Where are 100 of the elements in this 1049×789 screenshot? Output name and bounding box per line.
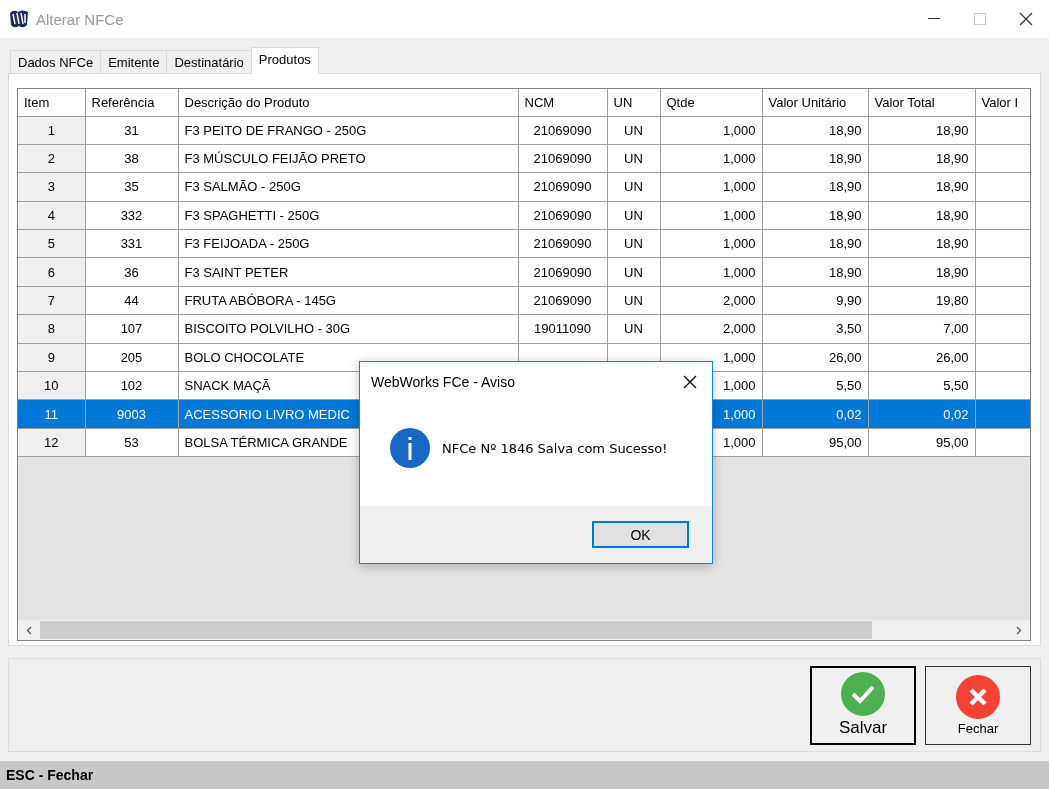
table-cell: 205 xyxy=(85,343,178,372)
column-header[interactable]: Valor I xyxy=(975,89,1030,116)
window-title: Alterar NFCe xyxy=(36,10,124,28)
table-cell: 0,02 xyxy=(762,399,868,429)
table-cell: 26,00 xyxy=(868,343,975,372)
info-icon xyxy=(390,428,430,468)
row-number[interactable]: 11 xyxy=(18,399,85,429)
table-cell: 18,90 xyxy=(762,257,868,287)
table-cell: 18,90 xyxy=(762,144,868,173)
app-logo-icon xyxy=(8,9,30,29)
table-cell: 332 xyxy=(85,201,178,230)
status-text: ESC - Fechar xyxy=(6,767,94,783)
table-cell: 18,90 xyxy=(762,172,868,202)
table-cell: 18,90 xyxy=(762,229,868,258)
table-cell: 0,02 xyxy=(868,399,975,429)
column-header[interactable]: Referência xyxy=(85,89,178,116)
close-button[interactable]: Fechar xyxy=(925,665,1031,745)
table-cell: 95,00 xyxy=(762,428,868,457)
table-cell: 5,50 xyxy=(868,371,975,400)
table-cell: BISCOITO POLVILHO - 30G xyxy=(178,314,518,344)
table-cell: 18,90 xyxy=(868,172,975,202)
table-cell: 44 xyxy=(85,286,178,315)
close-icon[interactable] xyxy=(683,375,697,389)
column-header[interactable]: NCM xyxy=(518,89,607,116)
table-cell: 9003 xyxy=(85,399,178,429)
row-number[interactable]: 5 xyxy=(18,229,85,258)
table-cell: 19011090 xyxy=(518,314,607,344)
horizontal-scrollbar[interactable] xyxy=(18,619,1030,640)
row-number[interactable]: 7 xyxy=(18,286,85,315)
scroll-right-icon[interactable] xyxy=(1016,625,1022,635)
table-cell: 5,50 xyxy=(762,371,868,400)
table-cell: 18,90 xyxy=(762,201,868,230)
row-number[interactable]: 9 xyxy=(18,343,85,372)
column-header[interactable]: Qtde xyxy=(660,89,762,116)
table-cell: 21069090 xyxy=(518,201,607,230)
table-cell: 7,00 xyxy=(868,314,975,344)
column-header[interactable]: Descrição do Produto xyxy=(178,89,518,116)
table-cell: 1,000 xyxy=(660,201,762,230)
table-cell: 3,50 xyxy=(762,314,868,344)
x-circle-icon xyxy=(956,674,1000,719)
table-cell: 1,000 xyxy=(660,172,762,202)
table-cell: 18,90 xyxy=(868,116,975,145)
table-cell: 21069090 xyxy=(518,286,607,315)
table-cell: 107 xyxy=(85,314,178,344)
table-cell: 2,000 xyxy=(660,314,762,344)
table-cell: F3 FEIJOADA - 250G xyxy=(178,229,518,258)
table-cell: 102 xyxy=(85,371,178,400)
tab[interactable]: Produtos xyxy=(250,47,319,74)
table-cell: F3 SPAGHETTI - 250G xyxy=(178,201,518,230)
table-cell: 1,000 xyxy=(660,229,762,258)
dialog-title: WebWorks FCe - Aviso xyxy=(371,374,516,390)
table-cell: 1,000 xyxy=(660,257,762,287)
ok-button[interactable]: OK xyxy=(592,521,689,548)
scroll-left-icon[interactable] xyxy=(26,625,32,635)
table-cell: 21069090 xyxy=(518,257,607,287)
row-number[interactable]: 12 xyxy=(18,428,85,457)
table-cell: 19,80 xyxy=(868,286,975,315)
table-cell: 9,90 xyxy=(762,286,868,315)
table-cell: 26,00 xyxy=(762,343,868,372)
table-cell: 35 xyxy=(85,172,178,202)
close-icon xyxy=(1019,12,1033,26)
column-header[interactable]: Valor Unitário xyxy=(762,89,868,116)
table-cell: 2,000 xyxy=(660,286,762,315)
table-cell: F3 MÚSCULO FEIJÃO PRETO xyxy=(178,144,518,173)
row-number[interactable]: 6 xyxy=(18,257,85,287)
row-number[interactable]: 10 xyxy=(18,371,85,400)
row-number[interactable]: 8 xyxy=(18,314,85,344)
table-cell: 18,90 xyxy=(868,257,975,287)
table-cell: 21069090 xyxy=(518,116,607,145)
table-cell: 31 xyxy=(85,116,178,145)
row-number[interactable]: 4 xyxy=(18,201,85,230)
table-cell: F3 PEITO DE FRANGO - 250G xyxy=(178,116,518,145)
table-cell: 21069090 xyxy=(518,229,607,258)
table-cell: 1,000 xyxy=(660,144,762,173)
table-cell: FRUTA ABÓBORA - 145G xyxy=(178,286,518,315)
table-cell: 1,000 xyxy=(660,116,762,145)
table-cell: 18,90 xyxy=(868,144,975,173)
table-cell: 331 xyxy=(85,229,178,258)
table-cell: 95,00 xyxy=(868,428,975,457)
maximize-icon xyxy=(974,13,986,25)
table-cell: 21069090 xyxy=(518,172,607,202)
table-cell: 53 xyxy=(85,428,178,457)
table-cell: 18,90 xyxy=(868,229,975,258)
table-cell: F3 SALMÃO - 250G xyxy=(178,172,518,202)
row-number[interactable]: 2 xyxy=(18,144,85,173)
save-button[interactable]: Salvar xyxy=(810,665,916,745)
table-cell: 36 xyxy=(85,257,178,287)
minimize-icon xyxy=(928,18,940,20)
table-cell: 21069090 xyxy=(518,144,607,173)
tab[interactable]: Dados NFCe xyxy=(10,50,102,73)
column-header[interactable]: Valor Total xyxy=(868,89,975,116)
table-cell: F3 SAINT PETER xyxy=(178,257,518,287)
row-number[interactable]: 3 xyxy=(18,172,85,202)
table-cell: 38 xyxy=(85,144,178,173)
checkmark-icon xyxy=(841,672,885,716)
column-header[interactable]: UN xyxy=(607,89,660,116)
row-number[interactable]: 1 xyxy=(18,116,85,145)
table-cell: 18,90 xyxy=(868,201,975,230)
table-cell: 18,90 xyxy=(762,116,868,145)
column-header[interactable]: Item xyxy=(18,89,85,116)
